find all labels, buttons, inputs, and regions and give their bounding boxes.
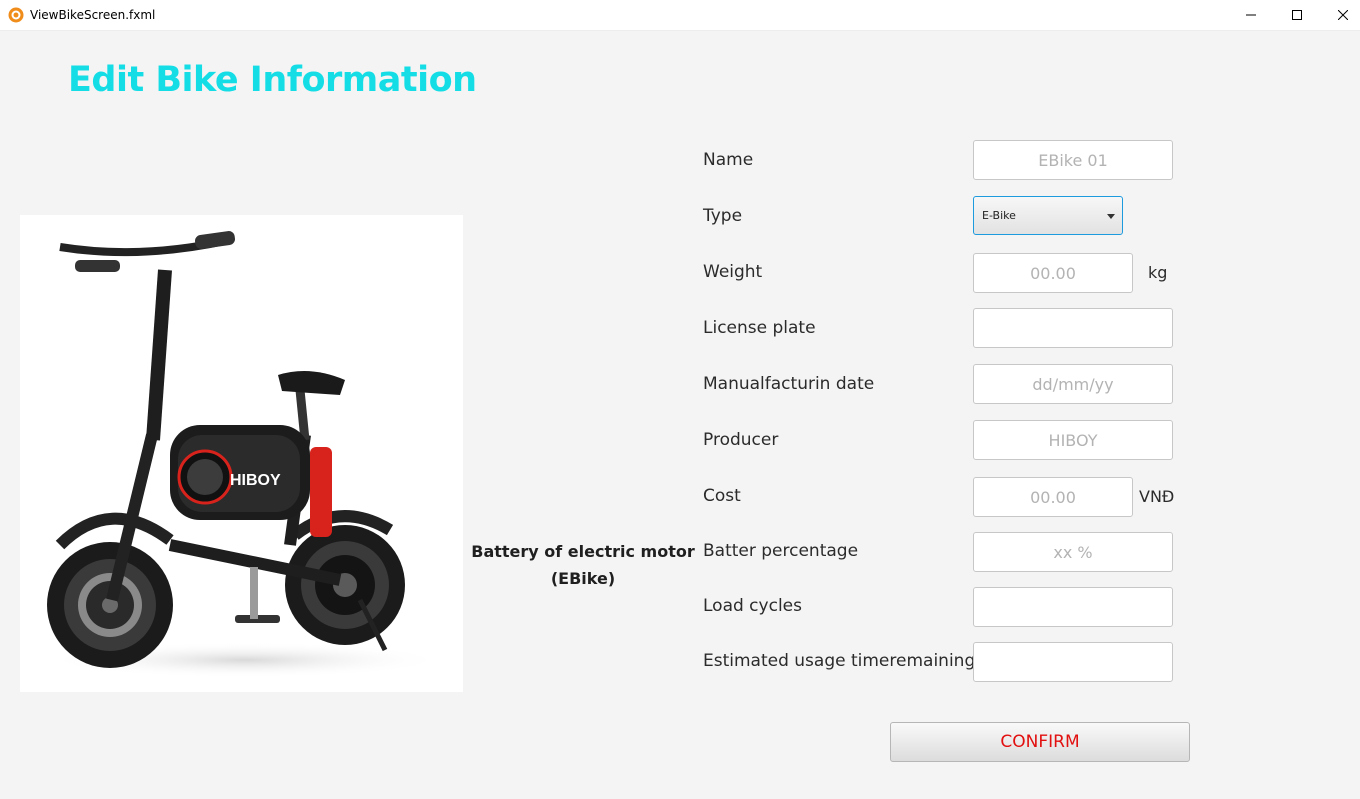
type-select-value: E-Bike bbox=[982, 209, 1016, 222]
weight-label: Weight bbox=[703, 262, 763, 282]
name-input[interactable] bbox=[973, 140, 1173, 180]
confirm-button[interactable]: CONFIRM bbox=[890, 722, 1190, 762]
minimize-button[interactable] bbox=[1228, 0, 1274, 30]
manufacturing-date-input[interactable] bbox=[973, 364, 1173, 404]
cost-input[interactable] bbox=[973, 477, 1133, 517]
type-select[interactable]: E-Bike bbox=[973, 196, 1123, 235]
bike-image: HIBOY bbox=[20, 215, 463, 692]
name-label: Name bbox=[703, 150, 754, 170]
minimize-icon bbox=[1246, 14, 1256, 16]
battery-section-label-line1: Battery of electric motor bbox=[471, 542, 695, 561]
battery-section-label-line2: (EBike) bbox=[550, 569, 616, 588]
estimated-usage-time-input[interactable] bbox=[973, 642, 1173, 682]
window-title: ViewBikeScreen.fxml bbox=[30, 8, 156, 22]
license-plate-label: License plate bbox=[703, 318, 816, 338]
maximize-icon bbox=[1292, 10, 1302, 20]
battery-percentage-label: Batter percentage bbox=[703, 541, 859, 561]
producer-input[interactable] bbox=[973, 420, 1173, 460]
cost-label: Cost bbox=[703, 486, 741, 506]
cost-unit: VNĐ bbox=[1139, 487, 1175, 506]
type-label: Type bbox=[703, 206, 743, 226]
producer-label: Producer bbox=[703, 430, 779, 450]
manufacturing-date-label: Manualfacturin date bbox=[703, 374, 875, 394]
load-cycles-input[interactable] bbox=[973, 587, 1173, 627]
brand-logo-text: HIBOY bbox=[230, 472, 281, 489]
close-icon bbox=[1338, 10, 1348, 20]
weight-unit: kg bbox=[1148, 263, 1168, 282]
close-button[interactable] bbox=[1320, 0, 1360, 30]
window-titlebar: ViewBikeScreen.fxml bbox=[0, 0, 1360, 31]
ebike-illustration: HIBOY bbox=[45, 231, 445, 678]
license-plate-input[interactable] bbox=[973, 308, 1173, 348]
load-cycles-label: Load cycles bbox=[703, 596, 802, 616]
maximize-button[interactable] bbox=[1274, 0, 1320, 30]
weight-input[interactable] bbox=[973, 253, 1133, 293]
chevron-down-icon bbox=[1107, 214, 1115, 219]
page-title: Edit Bike Information bbox=[68, 60, 477, 100]
app-icon bbox=[8, 7, 24, 23]
battery-percentage-input[interactable] bbox=[973, 532, 1173, 572]
estimated-usage-time-label: Estimated usage timeremaining bbox=[703, 651, 976, 671]
battery-section-label: Battery of electric motor (EBike) bbox=[470, 538, 696, 592]
